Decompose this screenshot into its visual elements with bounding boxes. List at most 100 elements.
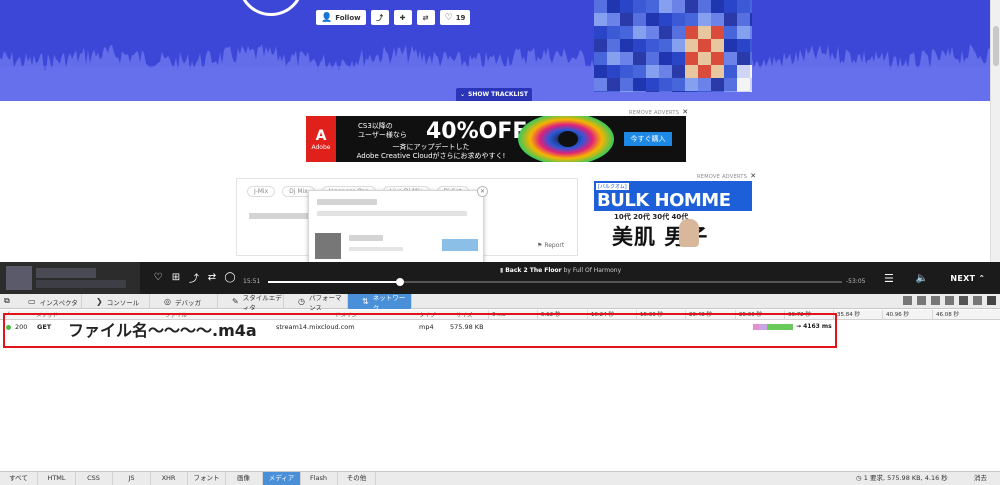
- pick-element-icon[interactable]: ⧉: [4, 296, 10, 306]
- filter-button[interactable]: フォント: [188, 472, 226, 485]
- cover-pixel: [620, 52, 633, 65]
- ad-line-3: 一斉にアップデートした: [392, 143, 470, 151]
- adobe-ad-banner[interactable]: A Adobe CS3以降の ユーザー様なら 40%OFF 一斉にアップデートした…: [306, 116, 686, 162]
- filter-button[interactable]: JS: [113, 472, 151, 485]
- share-button[interactable]: ⤴: [370, 10, 389, 25]
- cover-pixel: [620, 26, 633, 39]
- cover-pixel: [659, 0, 672, 13]
- seek-handle[interactable]: [396, 278, 404, 286]
- cover-pixel: [646, 13, 659, 26]
- repost-button[interactable]: ⇄: [416, 10, 435, 25]
- devtools-tab-label: スタイルエディタ: [242, 293, 282, 312]
- settings-icon[interactable]: [959, 296, 968, 305]
- comment-icon[interactable]: ◯: [224, 271, 236, 283]
- clear-button[interactable]: 消去: [974, 472, 987, 485]
- queue-icon[interactable]: ☰: [884, 272, 894, 285]
- volume-icon[interactable]: 🔈: [916, 273, 928, 284]
- cover-pixel: [646, 0, 659, 13]
- cover-pixel: [633, 78, 646, 91]
- show-tracklist-button[interactable]: ⌄ SHOW TRACKLIST: [456, 88, 532, 101]
- page-scrollbar[interactable]: [990, 0, 1000, 262]
- filter-button[interactable]: メディア: [263, 472, 301, 485]
- inspector-icon: ▭: [28, 297, 36, 306]
- report-link[interactable]: ⚑ Report: [537, 242, 564, 249]
- popup-action-button[interactable]: [442, 239, 478, 251]
- devtools-tab-label: パフォーマンス: [308, 293, 342, 312]
- cover-pixel: [685, 39, 698, 52]
- buy-now-button[interactable]: 今すぐ購入: [624, 132, 672, 146]
- favorite-button[interactable]: ♡ 19: [439, 10, 471, 25]
- cover-pixel: [633, 13, 646, 26]
- close-icon[interactable]: [987, 296, 996, 305]
- cover-pixel: [737, 39, 750, 52]
- close-icon[interactable]: ✕: [477, 186, 488, 197]
- devtools-tab-label: コンソール: [106, 298, 140, 307]
- devtools-tab[interactable]: ▭ インスペクタ: [14, 294, 82, 309]
- filter-button[interactable]: Flash: [300, 472, 338, 485]
- devtools-tab-label: ネットワーク: [372, 293, 406, 312]
- highlight-box: [3, 313, 837, 348]
- heart-icon[interactable]: ♡: [152, 271, 164, 283]
- repost-icon[interactable]: ⇄: [206, 271, 218, 283]
- share-icon[interactable]: ⤴: [188, 271, 200, 285]
- cover-pixel: [698, 0, 711, 13]
- filter-button[interactable]: その他: [338, 472, 376, 485]
- devtools-tab[interactable]: ❯ コンソール: [82, 294, 150, 309]
- devtools-tab[interactable]: ⇅ ネットワーク: [348, 293, 412, 312]
- cover-pixel: [685, 52, 698, 65]
- devtools-tab[interactable]: ◷ パフォーマンス: [284, 293, 348, 312]
- remove-adverts-link-2[interactable]: REMOVE ADVERTS ✕: [697, 172, 756, 180]
- devtools-tab-label: インスペクタ: [39, 298, 78, 307]
- follow-button[interactable]: 👤 Follow: [316, 10, 366, 25]
- heart-icon: ♡: [444, 12, 453, 23]
- popup-thumbnail: [315, 233, 341, 259]
- waveform[interactable]: [0, 0, 990, 101]
- filter-button[interactable]: 画像: [225, 472, 263, 485]
- player-track-info-blurred: [0, 262, 140, 294]
- remove-adverts-link[interactable]: REMOVE ADVERTS ✕: [629, 108, 688, 116]
- ad-line-2: ユーザー様なら: [358, 131, 407, 139]
- cover-pixel: [724, 39, 737, 52]
- clock-icon: ◷: [856, 474, 862, 482]
- cover-pixel: [607, 0, 620, 13]
- dock-icon[interactable]: [945, 296, 954, 305]
- close-icon[interactable]: ✕: [750, 172, 756, 180]
- cover-pixel: [607, 65, 620, 78]
- filter-button[interactable]: すべて: [0, 472, 38, 485]
- follow-label: Follow: [335, 13, 361, 22]
- filter-button[interactable]: XHR: [150, 472, 188, 485]
- cover-pixel: [750, 26, 752, 39]
- cover-pixel: [646, 65, 659, 78]
- cover-pixel: [685, 0, 698, 13]
- debugger-icon: ◎: [164, 297, 171, 306]
- tag-chip[interactable]: J-Mix: [247, 186, 276, 197]
- cover-pixel: [659, 91, 672, 92]
- popup-text-blurred: [317, 211, 467, 216]
- cover-pixel: [659, 78, 672, 91]
- devtools-tab[interactable]: ✎ スタイルエディタ: [218, 293, 284, 312]
- cover-pixel: [698, 13, 711, 26]
- scratchpad-icon[interactable]: [931, 296, 940, 305]
- add-button[interactable]: ✚: [393, 10, 412, 25]
- popout-icon[interactable]: [973, 296, 982, 305]
- cover-pixel: [672, 78, 685, 91]
- cover-pixel: [633, 91, 646, 92]
- request-summary-text: 1 要求, 575.98 KB, 4.16 秒: [863, 474, 948, 482]
- cover-pixel: [594, 52, 607, 65]
- responsive-icon[interactable]: [917, 296, 926, 305]
- split-console-icon[interactable]: [903, 296, 912, 305]
- close-icon[interactable]: ✕: [682, 108, 688, 116]
- add-icon[interactable]: ⊞: [170, 271, 182, 283]
- next-button[interactable]: NEXT ⌃: [950, 274, 985, 283]
- cover-pixel: [685, 26, 698, 39]
- seek-bar[interactable]: [268, 278, 842, 286]
- repost-icon: ⇄: [422, 13, 429, 22]
- filter-button[interactable]: HTML: [38, 472, 76, 485]
- devtools-tab[interactable]: ◎ デバッガ: [150, 294, 218, 309]
- follow-icon: 👤: [321, 12, 333, 23]
- popup-card[interactable]: ✕: [308, 186, 488, 270]
- filter-button[interactable]: CSS: [75, 472, 113, 485]
- bulk-homme-ad-banner[interactable]: [バルクオム] BULK HOMME 10代 20代 30代 40代 美肌 男子: [594, 181, 752, 263]
- cover-pixel: [672, 39, 685, 52]
- scrollbar-thumb[interactable]: [993, 26, 999, 66]
